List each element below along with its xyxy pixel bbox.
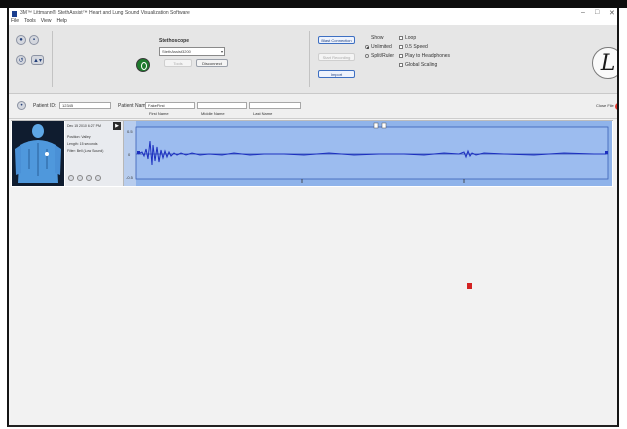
stethoscope-select-value: StethAssist3200 xyxy=(162,49,191,54)
chevron-down-icon: ▲▾ xyxy=(33,57,42,64)
play-button[interactable] xyxy=(68,175,74,181)
info-button[interactable] xyxy=(86,175,92,181)
global-scaling-label: Global Scaling xyxy=(405,62,438,68)
window-title: 3M™ Littmann® StethAssist™ Heart and Lun… xyxy=(20,10,190,16)
recording-length: Length: 15 seconds xyxy=(67,142,98,146)
mode-split-radio[interactable] xyxy=(365,54,369,58)
middle-name-caption: Middle Name xyxy=(201,111,225,116)
patient-id-label: Patient ID: xyxy=(33,103,57,109)
play-icon: ▶ xyxy=(115,123,119,129)
recording-row: Dec 15 2010 6:27 PM Position: Valley Len… xyxy=(11,120,613,188)
mode-split-label: Split/Ruler xyxy=(371,53,395,59)
close-file-icon[interactable] xyxy=(615,103,617,110)
headphones-label: Play to Headphones xyxy=(405,53,451,59)
close-window-button[interactable]: ✕ xyxy=(609,9,615,17)
recording-date: Dec 15 2010 6:27 PM xyxy=(67,124,101,128)
menu-view[interactable]: View xyxy=(41,18,52,24)
axis-top-label: 0.5 xyxy=(127,129,133,134)
import-button[interactable]: Import xyxy=(318,70,355,78)
scrub-handle-right[interactable] xyxy=(381,122,387,129)
last-name-caption: Last Name xyxy=(253,111,273,116)
stethoscope-tools-button[interactable]: Tools xyxy=(164,59,192,67)
app-window: 3M™ Littmann® StethAssist™ Heart and Lun… xyxy=(7,8,619,427)
disconnect-button[interactable]: Disconnect xyxy=(196,59,228,67)
last-name-field[interactable] xyxy=(249,102,301,109)
mode-unlimited-label: Unlimited xyxy=(371,44,392,50)
expand-button[interactable]: ▶ xyxy=(113,122,121,130)
patient-id-field[interactable]: 12345 xyxy=(59,102,111,109)
menu-help[interactable]: Help xyxy=(57,18,67,24)
save-file-button[interactable]: ▪ xyxy=(29,35,39,45)
back-button[interactable]: ↺ xyxy=(16,55,26,65)
menu-bar: File Tools View Help xyxy=(11,18,67,24)
axis-bottom-label: -0.5 xyxy=(126,175,134,180)
half-speed-checkbox[interactable] xyxy=(399,45,403,49)
recording-position: Position: Valley xyxy=(67,135,91,139)
screen-top-border xyxy=(0,0,627,8)
view-dropdown-button[interactable]: ▲▾ xyxy=(31,55,44,65)
middle-name-field[interactable] xyxy=(197,102,247,109)
menu-file[interactable]: File xyxy=(11,18,19,24)
start-recording-button[interactable]: Start Recording xyxy=(318,53,355,61)
record-button[interactable] xyxy=(77,175,83,181)
open-file-button[interactable]: ● xyxy=(16,35,26,45)
minimize-button[interactable]: – xyxy=(581,9,585,16)
workspace-area xyxy=(11,187,613,425)
torso-icon xyxy=(12,121,64,186)
toolbar-divider xyxy=(309,31,310,87)
show-group-label: Show xyxy=(371,35,384,41)
back-icon: ↺ xyxy=(18,57,24,64)
patient-bar: • Patient ID: 12345 Patient Name: FakeFi… xyxy=(9,94,617,119)
global-scaling-checkbox[interactable] xyxy=(399,63,403,67)
close-file-label[interactable]: Close File xyxy=(596,103,614,108)
app-icon xyxy=(12,11,17,17)
folder-icon: ● xyxy=(19,37,23,43)
waveform-plot: 0.5 0 -0.5 xyxy=(124,121,612,186)
first-name-field[interactable]: FakeFirst xyxy=(145,102,195,109)
waveform-panel[interactable]: 0.5 0 -0.5 xyxy=(124,121,612,186)
first-name-caption: First Name xyxy=(149,111,169,116)
toolbar: ● ▪ ↺ ▲▾ Stethoscope StethAssist3200 ▾ T… xyxy=(9,25,617,94)
loop-label: Loop xyxy=(405,35,417,41)
stethoscope-heading: Stethoscope xyxy=(159,38,190,44)
stethoscope-icon xyxy=(136,58,150,72)
delete-button[interactable] xyxy=(95,175,101,181)
scrub-handle-left[interactable] xyxy=(373,122,379,129)
person-icon: • xyxy=(20,102,23,109)
chevron-down-icon: ▾ xyxy=(220,49,223,54)
blast-connection-button[interactable]: Blast Connection xyxy=(318,36,355,44)
mode-unlimited-radio[interactable] xyxy=(365,45,369,49)
littmann-logo: L xyxy=(592,47,617,79)
playhead-marker[interactable] xyxy=(137,151,140,154)
stethoscope-select[interactable]: StethAssist3200 ▾ xyxy=(159,47,225,56)
save-icon: ▪ xyxy=(32,37,36,43)
cursor-marker xyxy=(467,283,472,289)
headphones-checkbox[interactable] xyxy=(399,54,403,58)
end-marker xyxy=(605,151,608,154)
maximize-button[interactable]: □ xyxy=(595,9,599,16)
title-bar: 3M™ Littmann® StethAssist™ Heart and Lun… xyxy=(9,8,617,25)
loop-checkbox[interactable] xyxy=(399,36,403,40)
body-position-image xyxy=(12,121,64,186)
half-speed-label: 0.5 Speed xyxy=(405,44,428,50)
recording-info-panel: Dec 15 2010 6:27 PM Position: Valley Len… xyxy=(65,121,124,186)
toolbar-divider xyxy=(52,31,53,87)
menu-tools[interactable]: Tools xyxy=(24,18,36,24)
patient-icon: • xyxy=(17,101,26,110)
recording-filter: Filter: Bell (Low Sound) xyxy=(67,149,104,153)
